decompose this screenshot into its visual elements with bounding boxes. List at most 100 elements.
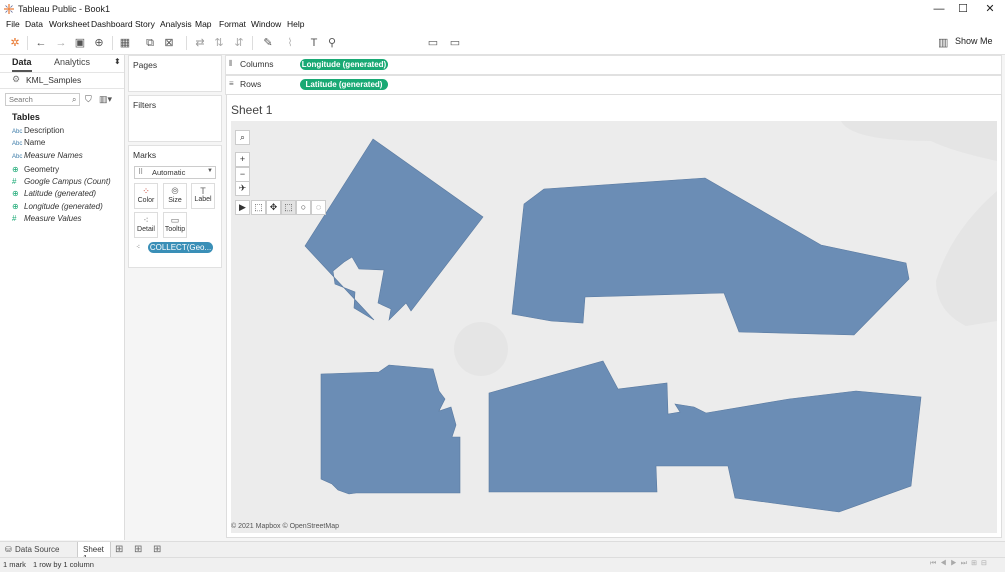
zoom-out-icon[interactable]: −	[235, 167, 250, 182]
status-bar: 1 mark 1 row by 1 column ⏮◀▶⏭⊞⊟	[0, 557, 1005, 572]
measure-type-icon: #	[12, 214, 17, 223]
field-google-campus-count[interactable]: # Google Campus (Count)	[12, 177, 111, 186]
worksheet-view: Sheet 1 ⌕ + − ✈ ▶ ⬚ ✥ ⬚ ○ ◌ © 2021 Mapbo…	[226, 94, 1002, 538]
tooltip-button[interactable]: ▭ Tooltip	[163, 212, 187, 238]
toolbar-separator	[112, 36, 113, 50]
field-longitude-generated[interactable]: ⊕ Longitude (generated)	[12, 202, 103, 211]
new-worksheet-icon[interactable]: ▦	[118, 36, 132, 50]
redo-icon[interactable]: →	[54, 36, 68, 50]
close-button[interactable]: ✕	[975, 0, 1005, 18]
filters-card[interactable]: Filters	[128, 95, 222, 142]
columns-label: Columns	[240, 59, 274, 69]
menu-analysis[interactable]: Analysis	[160, 19, 192, 29]
pin-axes-icon[interactable]: ⚲	[325, 36, 339, 50]
undo-icon[interactable]: ←	[34, 36, 48, 50]
new-worksheet-icon[interactable]: ⊞	[115, 544, 123, 555]
pane-menu-icon[interactable]: ⬍	[114, 57, 121, 66]
data-pane: Data Analytics ⬍ ⚙ KML_Samples ⌕ ⛉ ▥▾ Ta…	[0, 55, 125, 540]
maximize-button[interactable]: ☐	[948, 0, 978, 18]
menu-story[interactable]: Story	[135, 19, 155, 29]
show-me-icon[interactable]: ▥	[938, 36, 948, 50]
save-icon[interactable]: ▣	[73, 36, 87, 50]
field-latitude-generated[interactable]: ⊕ Latitude (generated)	[12, 189, 96, 198]
tab-analytics[interactable]: Analytics	[54, 57, 90, 69]
datasource-name[interactable]: KML_Samples	[26, 75, 81, 85]
pages-card[interactable]: Pages	[128, 55, 222, 92]
label-icon: T	[200, 186, 206, 196]
rows-shelf[interactable]: ≡ Rows Latitude (generated)	[225, 75, 1002, 95]
swap-rows-columns-icon[interactable]: ⇄	[193, 36, 207, 50]
columns-icon: ⦀	[229, 59, 233, 68]
view-options-icon[interactable]: ▥▾	[99, 94, 112, 105]
field-name[interactable]: Abc Name	[12, 138, 45, 147]
mark-type-icon: ⠿	[138, 169, 144, 176]
menu-dashboard[interactable]: Dashboard	[91, 19, 133, 29]
menu-format[interactable]: Format	[219, 19, 246, 29]
menu-map[interactable]: Map	[195, 19, 212, 29]
menu-data[interactable]: Data	[25, 19, 43, 29]
menu-bar: File Data Worksheet Dashboard Story Anal…	[0, 18, 1005, 32]
color-icon: ⁘	[142, 186, 150, 196]
color-button[interactable]: ⁘ Color	[134, 183, 158, 209]
duplicate-sheet-icon[interactable]: ⧉	[143, 36, 157, 50]
data-source-icon: ⛁	[5, 545, 12, 554]
menu-window[interactable]: Window	[251, 19, 281, 29]
pages-card-title: Pages	[133, 60, 158, 70]
tab-data[interactable]: Data	[12, 57, 32, 72]
divider	[0, 88, 124, 89]
show-me-button[interactable]: Show Me	[955, 36, 993, 46]
field-geometry[interactable]: ⊕ Geometry	[12, 165, 59, 174]
title-bar: Tableau Public - Book1 — ☐ ✕	[0, 0, 1005, 18]
zoom-in-icon[interactable]: +	[235, 152, 250, 167]
menu-help[interactable]: Help	[287, 19, 304, 29]
collect-geometry-pill[interactable]: COLLECT(Geo...	[148, 242, 213, 253]
sheet-title[interactable]: Sheet 1	[231, 103, 272, 117]
new-dashboard-icon[interactable]: ⊞	[134, 544, 142, 555]
group-members-icon[interactable]: ⌇	[283, 36, 297, 50]
field-measure-names[interactable]: Abc Measure Names	[12, 151, 83, 160]
sheet-tab-bar: ⛁ Data Source Sheet 1 ⊞ ⊞ ⊞	[0, 541, 1005, 563]
new-story-icon[interactable]: ⊞	[153, 544, 161, 555]
menu-file[interactable]: File	[6, 19, 20, 29]
map-copyright[interactable]: © 2021 Mapbox © OpenStreetMap	[231, 523, 339, 530]
presentation-mode-icon[interactable]: ▭	[448, 36, 462, 50]
field-description[interactable]: Abc Description	[12, 126, 64, 135]
map-search-icon[interactable]: ⌕	[235, 130, 250, 145]
latitude-pill[interactable]: Latitude (generated)	[300, 79, 388, 90]
pin-map-icon[interactable]: ✈	[235, 181, 250, 196]
filter-icon[interactable]: ⛉	[85, 94, 92, 105]
zoom-area-icon[interactable]: ⬚	[251, 200, 266, 215]
toolbar-separator	[186, 36, 187, 50]
mark-type-dropdown[interactable]: ⠿ Automatic ▼	[134, 166, 216, 179]
tab-sheet-1[interactable]: Sheet 1	[77, 542, 111, 563]
sheet-navigation-icons[interactable]: ⏮◀▶⏭⊞⊟	[930, 559, 991, 568]
sort-ascending-icon[interactable]: ⇅	[212, 36, 226, 50]
clear-sheet-icon[interactable]: ⊠	[162, 36, 176, 50]
map[interactable]	[231, 121, 997, 533]
map-terrain	[454, 322, 508, 376]
tableau-home-icon[interactable]: ✲	[8, 36, 22, 50]
tab-data-source[interactable]: Data Source	[15, 545, 59, 554]
pan-icon[interactable]: ✥	[266, 200, 281, 215]
new-datasource-icon[interactable]: ⊕	[92, 36, 106, 50]
datasource-icon: ⚙	[12, 74, 21, 84]
string-type-icon: Abc	[12, 129, 23, 135]
search-input[interactable]	[5, 93, 80, 106]
menu-worksheet[interactable]: Worksheet	[49, 19, 89, 29]
show-mark-labels-icon[interactable]: T	[307, 36, 321, 50]
longitude-pill[interactable]: Longitude (generated)	[300, 59, 388, 70]
field-measure-values[interactable]: # Measure Values	[12, 214, 82, 223]
expand-tools-icon[interactable]: ▶	[235, 200, 250, 215]
show-cards-icon[interactable]: ▭	[426, 36, 440, 50]
lasso-selection-icon[interactable]: ◌	[311, 200, 326, 215]
detail-icon: ⁖	[143, 215, 149, 225]
radial-selection-icon[interactable]: ○	[296, 200, 311, 215]
columns-shelf[interactable]: ⦀ Columns Longitude (generated)	[225, 55, 1002, 75]
rectangular-selection-icon[interactable]: ⬚	[281, 200, 296, 215]
label-button[interactable]: T Label	[191, 183, 215, 209]
rows-columns-count: 1 row by 1 column	[33, 560, 94, 569]
size-button[interactable]: ⦾ Size	[163, 183, 187, 209]
detail-button[interactable]: ⁖ Detail	[134, 212, 158, 238]
sort-descending-icon[interactable]: ⇵	[232, 36, 246, 50]
highlight-icon[interactable]: ✎	[261, 36, 275, 50]
